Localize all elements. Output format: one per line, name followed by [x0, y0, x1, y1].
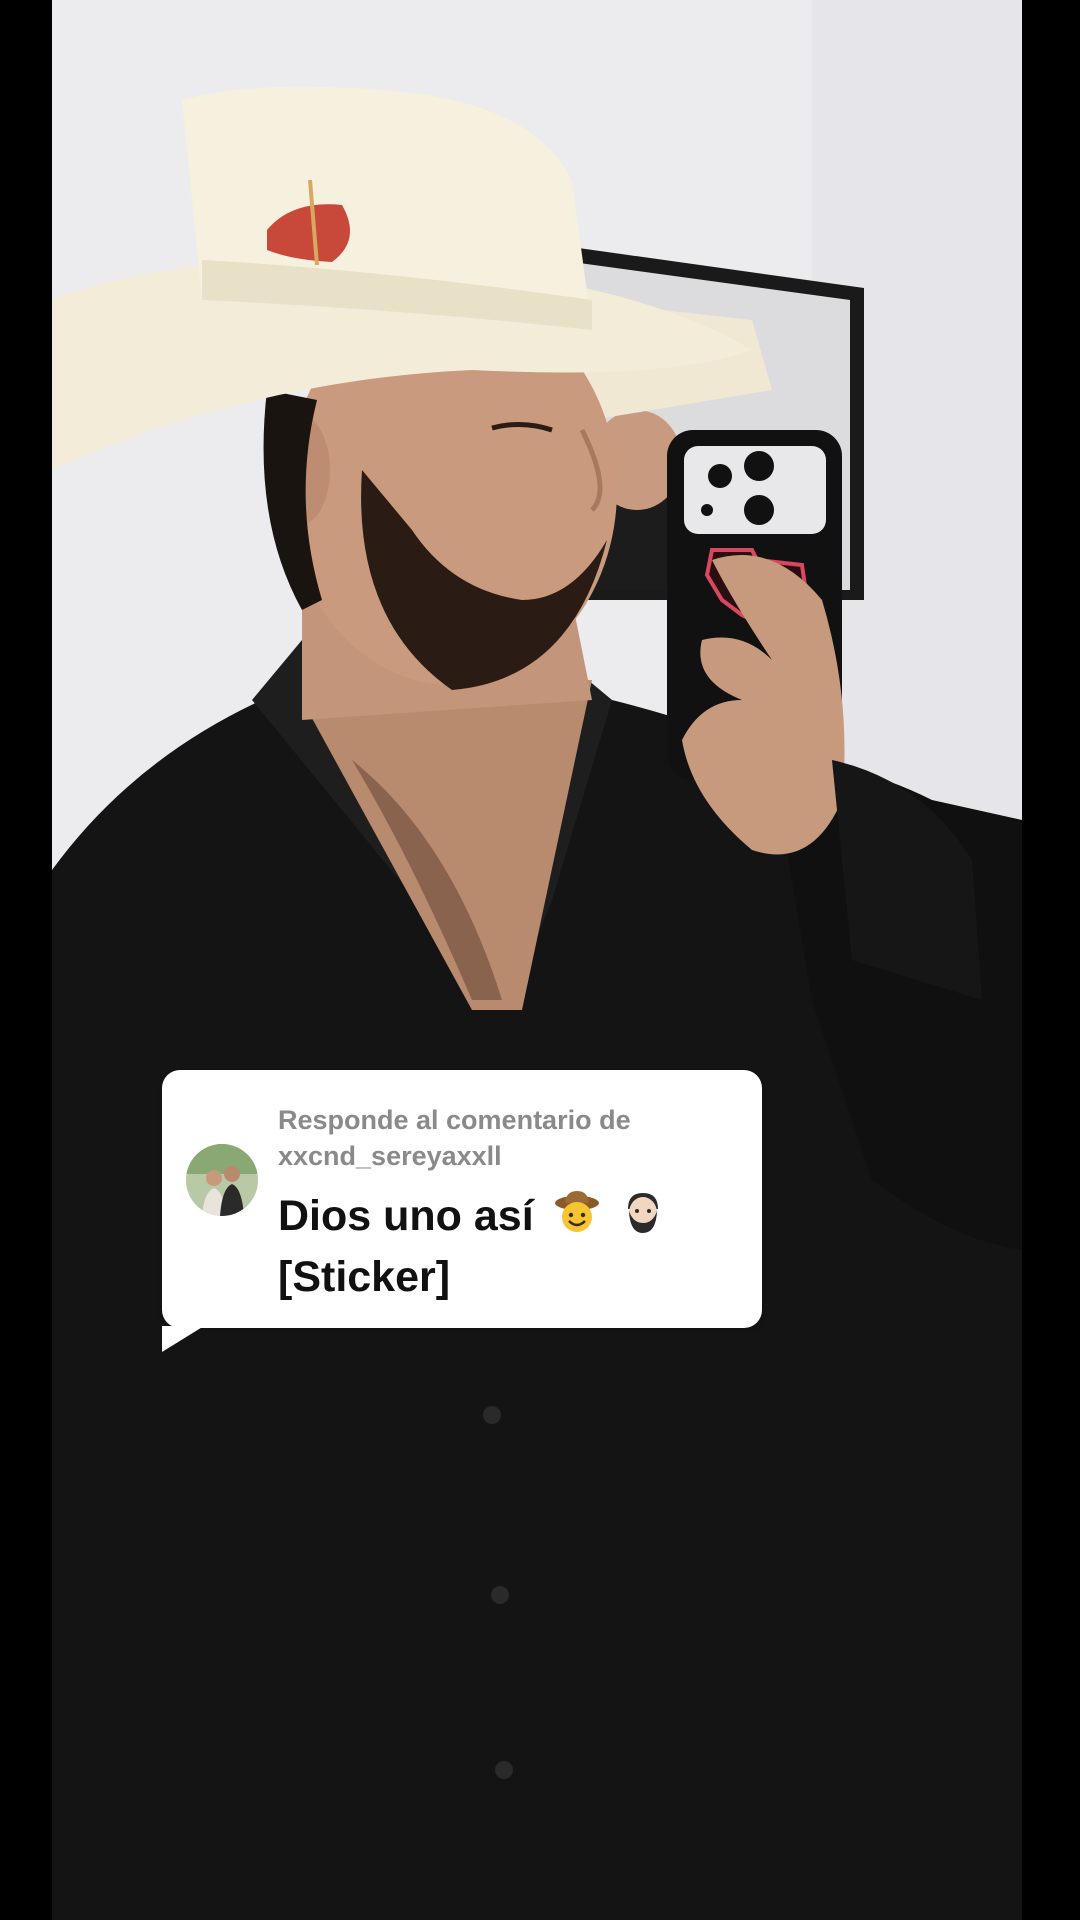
comment-text: Dios uno así [Sticker]: [278, 1188, 738, 1305]
bearded-man-icon: [620, 1189, 666, 1249]
reply-label: Responde al comentario de: [278, 1105, 631, 1135]
letterbox-right: [1022, 0, 1080, 1920]
reply-header: Responde al comentario de xxcnd_sereyaxx…: [278, 1102, 738, 1174]
reply-comment-bubble[interactable]: Responde al comentario de xxcnd_sereyaxx…: [162, 1070, 762, 1352]
bubble-tail: [162, 1326, 204, 1352]
video-frame[interactable]: [52, 0, 1022, 1920]
letterbox-left: [0, 0, 52, 1920]
video-screen[interactable]: Responde al comentario de xxcnd_sereyaxx…: [0, 0, 1080, 1920]
comment-text-line2: [Sticker]: [278, 1252, 451, 1301]
selfie-photo: [52, 0, 1022, 1920]
cowboy-face-icon: [554, 1189, 600, 1249]
commenter-username[interactable]: xxcnd_sereyaxxll: [278, 1138, 738, 1174]
comment-text-line1: Dios uno así: [278, 1192, 534, 1240]
commenter-avatar[interactable]: [186, 1144, 258, 1216]
